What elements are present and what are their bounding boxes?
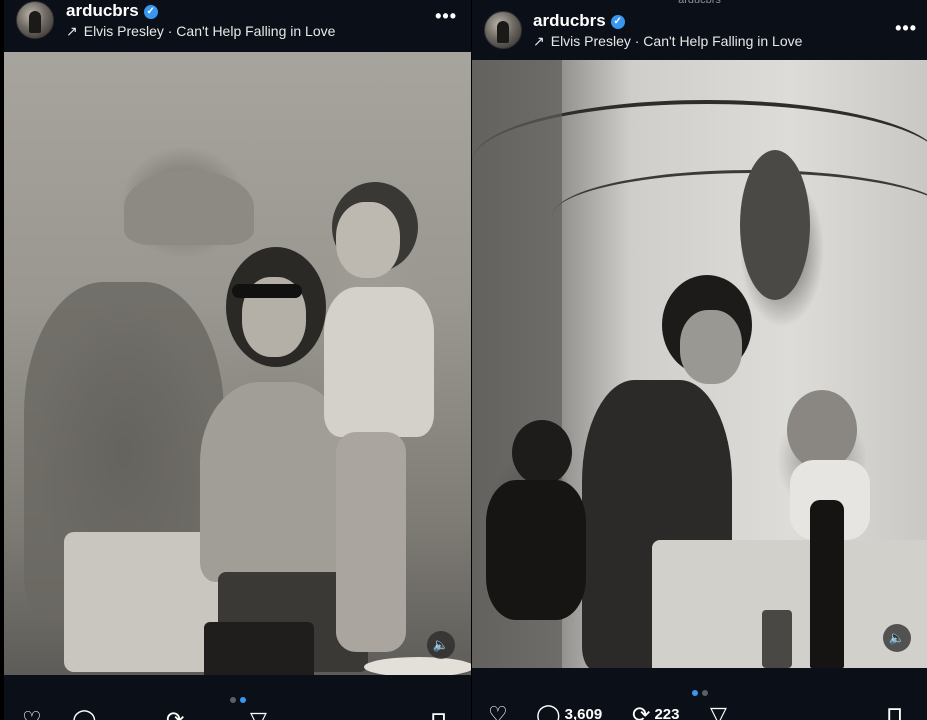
- send-icon: ▽: [250, 707, 267, 720]
- repost-count: 223: [654, 706, 680, 720]
- username-text: arducbrs: [533, 11, 606, 30]
- send-icon: ▽: [710, 702, 727, 720]
- post-header: arducbrs ✓ ↗ Elvis Presley · Can't Help Fa…: [472, 8, 927, 60]
- carousel-dot-active: [239, 697, 246, 703]
- comment-button[interactable]: ◯ 3,609: [536, 703, 602, 720]
- music-label: Elvis Presley · Can't Help Falling in Lo…: [550, 33, 803, 49]
- like-button[interactable]: ♡: [22, 708, 42, 720]
- share-button[interactable]: ▽: [710, 703, 727, 720]
- save-button[interactable]: ⊓: [886, 703, 903, 720]
- music-link[interactable]: ↗ Elvis Presley · Can't Help Falling in L…: [66, 23, 335, 40]
- repost-icon: ⟳: [632, 702, 651, 720]
- post-header: arducbrs ✓ ↗ Elvis Presley · Can't Help Fa…: [4, 0, 471, 52]
- repost-icon: ⟳: [166, 707, 185, 720]
- sound-toggle-button[interactable]: 🔈: [427, 631, 455, 659]
- comment-count: 3,609: [564, 706, 603, 720]
- comment-icon: ◯: [72, 707, 97, 720]
- music-link[interactable]: ↗ Elvis Presley · Can't Help Falling in L…: [533, 33, 802, 50]
- save-button[interactable]: ⊓: [430, 708, 447, 720]
- username-text: arducbrs: [66, 1, 139, 20]
- username-link[interactable]: arducbrs ✓: [533, 11, 625, 31]
- action-bar: ♡ ◯ ⟳ ▽ ⊓: [4, 708, 471, 720]
- carousel-dot: [229, 697, 236, 703]
- carousel-indicator: [472, 683, 927, 701]
- carousel-dot: [701, 690, 708, 696]
- top-username-label: arducbrs: [678, 0, 721, 6]
- post-left: arducbrs ✓ ↗ Elvis Presley · Can't Help Fa…: [4, 0, 471, 720]
- username-link[interactable]: arducbrs ✓: [66, 1, 158, 21]
- verified-badge-icon: ✓: [610, 15, 625, 29]
- more-options-button[interactable]: •••: [435, 6, 457, 27]
- more-options-button[interactable]: •••: [895, 18, 917, 39]
- sound-toggle-button[interactable]: 🔈: [883, 624, 911, 652]
- avatar[interactable]: [16, 1, 54, 39]
- bookmark-icon: ⊓: [430, 707, 448, 720]
- music-label: Elvis Presley · Can't Help Falling in Lo…: [83, 23, 336, 39]
- post-right: arducbrs arducbrs ✓ ↗ Elvis Presley · Can'…: [472, 0, 927, 720]
- heart-icon: ♡: [488, 702, 508, 720]
- avatar[interactable]: [484, 11, 522, 49]
- speaker-icon: 🔈: [888, 630, 906, 645]
- carousel-indicator: [4, 690, 471, 708]
- verified-badge-icon: ✓: [143, 5, 158, 19]
- bookmark-icon: ⊓: [886, 702, 904, 720]
- arrow-up-right-icon: ↗: [533, 33, 545, 49]
- post-photo[interactable]: 🔈: [4, 52, 471, 675]
- share-button[interactable]: ▽: [250, 708, 267, 720]
- speaker-icon: 🔈: [432, 637, 450, 652]
- comment-icon: ◯: [536, 702, 561, 720]
- arrow-up-right-icon: ↗: [66, 23, 78, 39]
- like-button[interactable]: ♡: [488, 703, 508, 720]
- action-bar: ♡ ◯ 3,609 ⟳ 223 ▽ ⊓: [472, 703, 927, 720]
- post-photo[interactable]: 🔈: [472, 60, 927, 668]
- repost-button[interactable]: ⟳: [166, 708, 184, 720]
- repost-button[interactable]: ⟳ 223: [632, 703, 679, 720]
- carousel-dot-active: [691, 690, 698, 696]
- comment-button[interactable]: ◯: [72, 708, 97, 720]
- heart-icon: ♡: [22, 707, 42, 720]
